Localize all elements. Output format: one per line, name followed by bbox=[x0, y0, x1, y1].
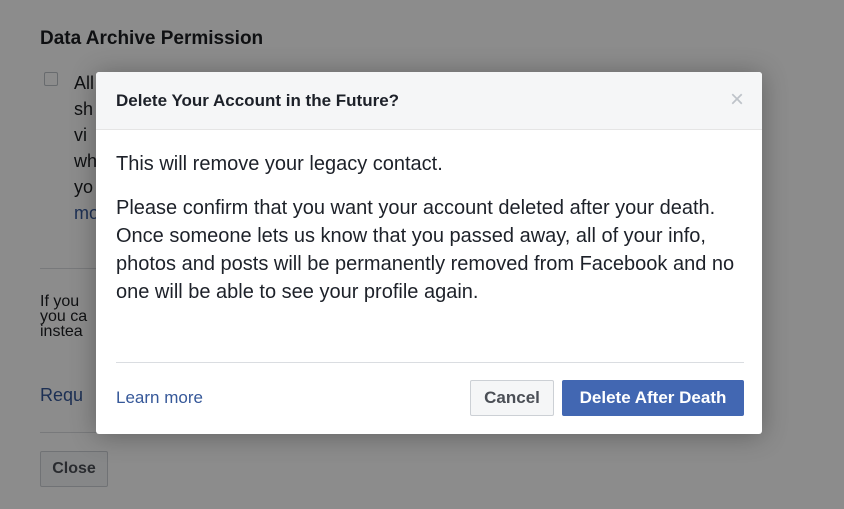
confirmation-text: Please confirm that you want your accoun… bbox=[116, 197, 735, 303]
dialog-header: Delete Your Account in the Future? × bbox=[96, 72, 762, 130]
dialog-footer-divider bbox=[116, 362, 744, 363]
close-icon[interactable]: × bbox=[730, 86, 744, 114]
delete-after-death-button[interactable]: Delete After Death bbox=[562, 380, 744, 416]
learn-more-link[interactable]: Learn more bbox=[116, 388, 203, 408]
dialog-body: This will remove your legacy contact. Pl… bbox=[116, 150, 746, 306]
delete-account-dialog: Delete Your Account in the Future? × Thi… bbox=[96, 72, 762, 434]
cancel-button[interactable]: Cancel bbox=[470, 380, 554, 416]
legacy-contact-notice: This will remove your legacy contact. bbox=[116, 153, 443, 175]
dialog-title: Delete Your Account in the Future? bbox=[116, 91, 400, 110]
